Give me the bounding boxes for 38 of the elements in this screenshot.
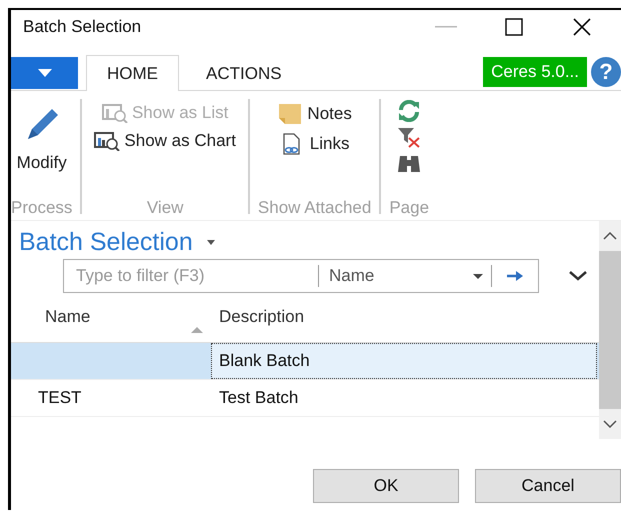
maximize-icon[interactable] bbox=[505, 18, 523, 36]
ribbon-tab[interactable]: ACTIONS bbox=[179, 55, 309, 91]
dialog-button[interactable]: Cancel bbox=[475, 469, 621, 503]
close-icon[interactable] bbox=[572, 17, 592, 37]
help-button[interactable]: ? bbox=[591, 57, 621, 87]
note-icon bbox=[277, 103, 304, 125]
column-header[interactable]: Name bbox=[45, 307, 90, 342]
scrollbar[interactable] bbox=[599, 221, 621, 439]
ribbon-tab[interactable]: HOME bbox=[86, 55, 179, 91]
window-title: Batch Selection bbox=[23, 17, 142, 37]
caret-icon bbox=[473, 274, 483, 278]
table-cell: TEST bbox=[38, 388, 82, 408]
scrollbar-thumb[interactable] bbox=[599, 251, 621, 409]
dialog-button[interactable]: OK bbox=[313, 469, 459, 503]
ribbon-group-label: View bbox=[146, 198, 184, 219]
ribbon-group-label: Show Attached bbox=[258, 198, 372, 219]
table-row[interactable]: Blank Batch bbox=[11, 343, 599, 380]
ribbon-button[interactable]: Show as Chart bbox=[92, 129, 238, 153]
ribbon-group-label: Process bbox=[11, 198, 72, 219]
ribbon-button[interactable]: Links bbox=[278, 131, 352, 157]
list-view-icon bbox=[102, 103, 128, 123]
modify-button[interactable]: Modify bbox=[12, 99, 71, 179]
ribbon-button[interactable]: Notes bbox=[275, 101, 354, 127]
table-cell: Test Batch bbox=[219, 388, 298, 408]
page-title: Batch Selection bbox=[19, 228, 193, 256]
caret-icon bbox=[38, 69, 52, 77]
filter-bar[interactable]: Type to filter (F3) Name bbox=[63, 259, 539, 293]
table-cell: Blank Batch bbox=[219, 351, 310, 371]
caret-icon[interactable] bbox=[206, 240, 215, 244]
ribbon-group-label: Page bbox=[389, 198, 430, 219]
chevron-down-icon[interactable] bbox=[569, 271, 587, 281]
column-header[interactable]: Description bbox=[219, 307, 304, 342]
filter-column-dropdown[interactable]: Name bbox=[319, 266, 473, 286]
clear-filter-button[interactable] bbox=[396, 125, 422, 149]
app-menu-button[interactable] bbox=[11, 57, 78, 89]
chart-view-icon bbox=[94, 131, 120, 151]
table-row[interactable]: TEST Test Batch bbox=[11, 380, 599, 417]
company-badge: Ceres 5.0... bbox=[483, 57, 587, 87]
